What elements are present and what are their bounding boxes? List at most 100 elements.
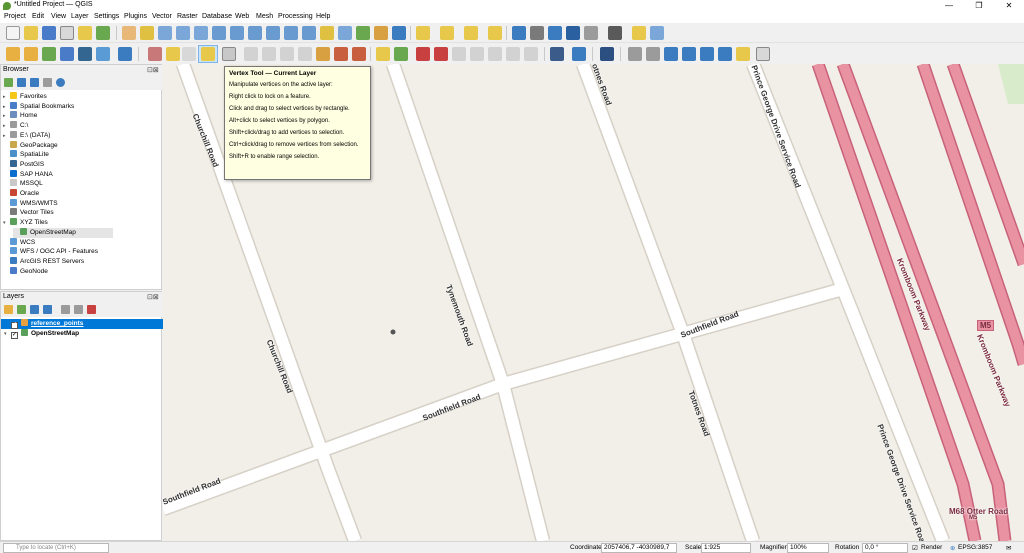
crs-value[interactable]: EPSG:3857 [958,544,992,551]
deselect-all-icon[interactable] [464,26,478,40]
expander-icon[interactable]: ▾ [4,329,11,339]
map-tips-icon[interactable] [632,26,646,40]
paste-icon[interactable] [316,47,330,61]
plugin-manager-icon[interactable] [600,47,614,61]
browser-item[interactable]: GeoPackage [3,140,58,151]
browser-item[interactable]: Oracle [3,189,39,199]
add-part-icon[interactable] [700,47,714,61]
menu-layer[interactable]: Layer [71,13,89,20]
locate-search-icon[interactable] [650,26,664,40]
python-console-icon[interactable] [572,47,586,61]
add-raster-layer-icon[interactable] [24,47,38,61]
layer-visibility-checkbox[interactable]: ✓ [11,322,18,329]
collapse-all-icon[interactable] [43,78,52,87]
coordinate-field[interactable]: 2057406,7 -4030989,7 [601,543,677,553]
new-project-icon[interactable] [6,26,20,40]
add-selected-layers-icon[interactable] [4,78,13,87]
minimize-button[interactable]: — [934,0,964,12]
open-layer-styling-icon[interactable] [4,305,13,314]
add-wms-icon[interactable] [96,47,110,61]
undo-icon[interactable] [334,47,348,61]
layer-item[interactable]: ✓ reference_points [1,319,163,329]
zoom-native-icon[interactable] [266,26,280,40]
zoom-last-icon[interactable] [284,26,298,40]
new-print-layout-icon[interactable] [60,26,74,40]
vertex-tool-icon[interactable] [201,47,215,61]
style-manager-icon[interactable] [96,26,110,40]
add-group-icon[interactable] [17,305,26,314]
expander-icon[interactable]: ▸ [3,131,10,141]
field-calculator-icon[interactable] [584,26,598,40]
browser-item[interactable]: SAP HANA [3,169,53,180]
layer-visibility-checkbox[interactable]: ✓ [11,332,18,339]
layer-item[interactable]: ▾ ✓ OpenStreetMap [1,329,163,339]
open-project-icon[interactable] [24,26,38,40]
statistics-sigma-icon[interactable] [566,26,580,40]
add-delimited-text-icon[interactable] [42,47,56,61]
add-ring-icon[interactable] [682,47,696,61]
cut-features-icon[interactable] [262,47,276,61]
move-label-icon[interactable] [452,47,466,61]
new-shapefile-icon[interactable] [118,47,132,61]
menu-settings[interactable]: Settings [94,13,119,20]
rotate-label-icon[interactable] [470,47,484,61]
refresh-icon[interactable] [17,78,26,87]
browser-item[interactable]: ▸ E:\ (DATA) [3,130,50,141]
measure-line-icon[interactable] [608,26,622,40]
expander-icon[interactable]: ▸ [3,111,10,121]
menu-web[interactable]: Web [235,13,249,20]
zoom-to-layer-icon[interactable] [248,26,262,40]
menu-plugins[interactable]: Plugins [124,13,147,20]
menu-vector[interactable]: Vector [152,13,172,20]
close-button[interactable]: ✕ [994,0,1024,12]
georeferencer-icon[interactable] [550,47,564,61]
remove-layer-icon[interactable] [87,305,96,314]
browser-item[interactable]: Vector Tiles [3,208,54,218]
menu-help[interactable]: Help [316,13,330,20]
highlight-pinned-icon[interactable] [434,47,448,61]
expand-all-icon[interactable] [61,305,70,314]
temporal-controller-icon[interactable] [374,26,388,40]
filter-icon[interactable] [30,78,39,87]
offset-curve-icon[interactable] [736,47,750,61]
menu-project[interactable]: Project [4,13,26,20]
show-hide-labels-icon[interactable] [506,47,520,61]
show-layout-manager-icon[interactable] [78,26,92,40]
menu-view[interactable]: View [51,13,66,20]
pan-to-selection-icon[interactable] [140,26,154,40]
advanced-digitizing-icon[interactable] [628,47,642,61]
new-map-view-icon[interactable] [320,26,334,40]
menu-processing[interactable]: Processing [278,13,313,20]
expander-icon[interactable]: ▸ [3,92,10,102]
rotate-feature-icon[interactable] [646,47,660,61]
save-project-icon[interactable] [42,26,56,40]
diagram-icon[interactable] [394,47,408,61]
label-properties-icon[interactable] [524,47,538,61]
add-vector-layer-icon[interactable] [6,47,20,61]
maximize-button[interactable]: ❐ [964,0,994,12]
current-edits-icon[interactable] [148,47,162,61]
delete-selected-icon[interactable] [244,47,258,61]
locator-search-input[interactable]: Type to locate (Ctrl+K) [3,543,109,553]
expander-icon[interactable]: ▸ [3,121,10,131]
processing-toolbox-gear-icon[interactable] [548,26,562,40]
identify-icon[interactable] [512,26,526,40]
change-label-icon[interactable] [488,47,502,61]
menu-edit[interactable]: Edit [32,13,44,20]
info-icon[interactable] [56,78,65,87]
magnifier-field[interactable]: 100% [787,543,829,553]
crs-globe-icon[interactable]: ⊕ [950,544,955,552]
zoom-full-icon[interactable] [212,26,226,40]
browser-item[interactable]: WFS / OGC API - Features [3,247,98,257]
toggle-editing-pencil-icon[interactable] [166,47,180,61]
zoom-rubberband-icon[interactable] [194,26,208,40]
browser-item[interactable]: ▸ Favorites [3,92,47,102]
browser-item[interactable]: ▸ Home [3,111,37,121]
save-edits-icon[interactable] [182,47,196,61]
browser-item[interactable]: OpenStreetMap [13,227,113,238]
collapse-all-icon[interactable] [74,305,83,314]
zoom-to-selection-icon[interactable] [230,26,244,40]
select-features-icon[interactable] [440,26,454,40]
browser-item[interactable]: SpatiaLite [3,150,49,160]
copy-features-icon[interactable] [280,47,294,61]
